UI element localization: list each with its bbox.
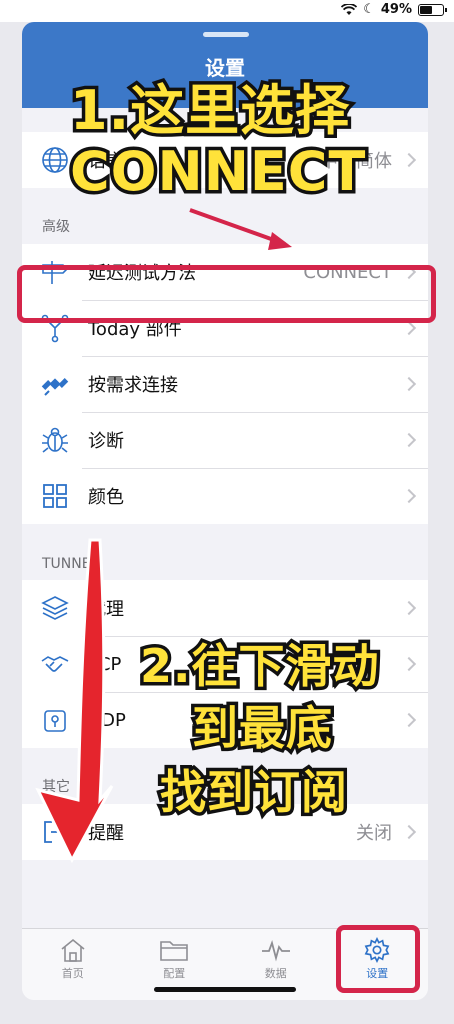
callout-step2-line1: 2.往下滑动 xyxy=(136,636,381,697)
highlight-latency-row xyxy=(17,265,436,323)
callout-step1-line1: 1.这里选择 xyxy=(66,76,352,146)
highlight-settings-tab xyxy=(336,925,420,993)
pointer-arrowhead-upper xyxy=(268,232,292,250)
callout-step1-line2: CONNECT xyxy=(66,137,368,207)
callout-step2-line3: 找到订阅 xyxy=(157,762,351,823)
scroll-down-arrow xyxy=(35,538,114,864)
callout-step2-line2: 到最底 xyxy=(189,698,336,759)
